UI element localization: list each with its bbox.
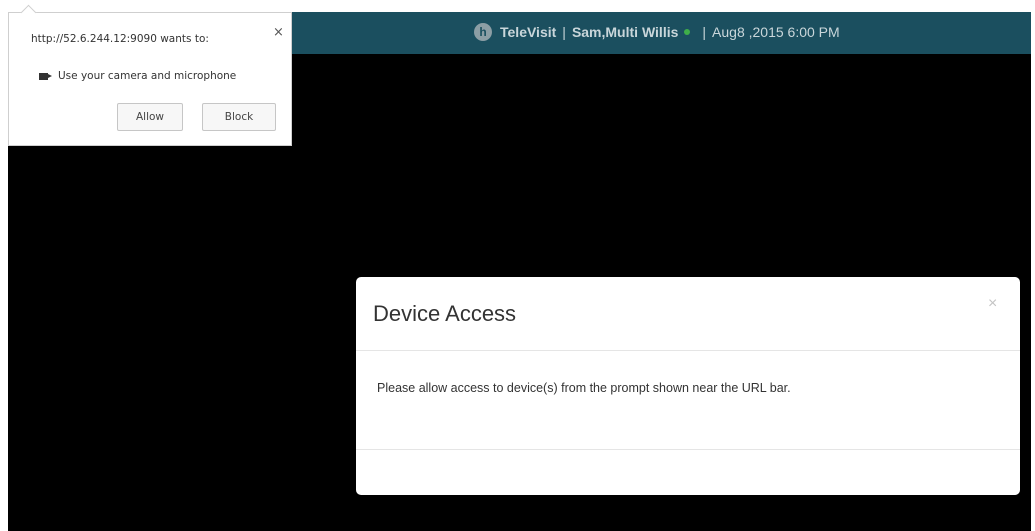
patient-name: Sam,Multi Willis: [571, 24, 679, 40]
prompt-notch: [20, 4, 37, 21]
permission-request: Use your camera and microphone: [39, 70, 236, 82]
modal-header-divider: [356, 350, 1020, 351]
camera-icon: [39, 72, 52, 80]
top-bar-info: h TeleVisit | Sam,Multi Willis | Aug8 ,2…: [474, 23, 840, 41]
header-separator-2: |: [702, 24, 707, 40]
modal-title: Device Access: [373, 301, 517, 326]
modal-close-icon[interactable]: ×: [988, 295, 997, 313]
browser-permission-prompt: http://52.6.244.12:9090 wants to: × Use …: [8, 4, 292, 146]
permission-origin-text: http://52.6.244.12:9090 wants to:: [31, 33, 209, 45]
televisit-logo-icon: h: [474, 23, 492, 41]
device-access-modal: Device Access × Please allow access to d…: [356, 277, 1020, 495]
app-brand: TeleVisit: [500, 24, 557, 40]
block-button[interactable]: Block: [202, 103, 276, 131]
visit-datetime: Aug8 ,2015 6:00 PM: [712, 24, 840, 40]
modal-footer-divider: [356, 449, 1020, 450]
prompt-close-icon[interactable]: ×: [273, 25, 284, 40]
online-status-icon: [684, 29, 691, 35]
allow-button[interactable]: Allow: [117, 103, 183, 131]
header-separator: |: [562, 24, 566, 40]
modal-message: Please allow access to device(s) from th…: [377, 381, 791, 395]
permission-request-text: Use your camera and microphone: [58, 70, 237, 82]
